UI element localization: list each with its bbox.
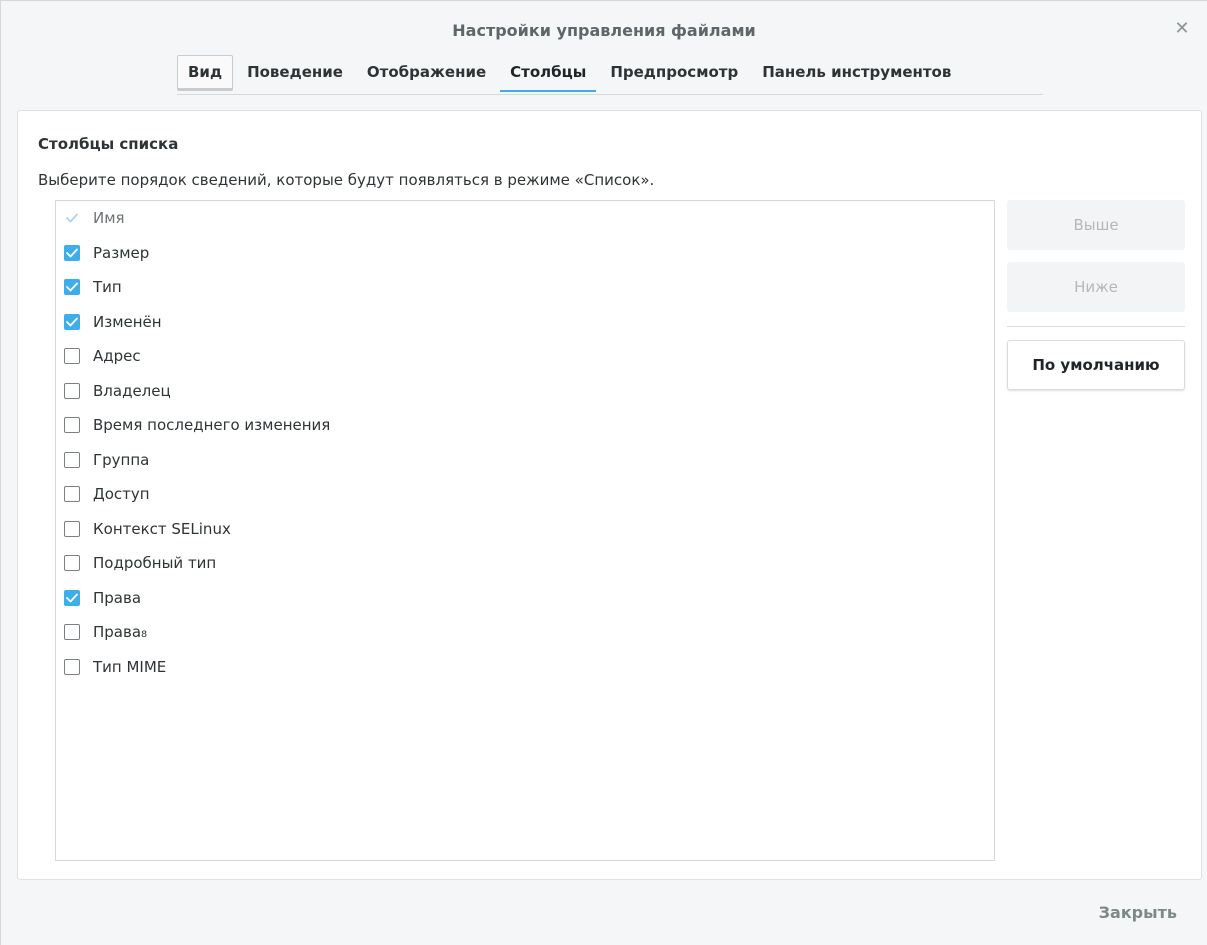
column-label: Изменён bbox=[93, 312, 162, 331]
column-label: Размер bbox=[93, 243, 150, 262]
column-list-item[interactable]: Группа bbox=[64, 447, 149, 473]
column-label: Подробный тип bbox=[93, 554, 217, 572]
checkbox-unchecked[interactable] bbox=[64, 658, 80, 675]
column-list-item[interactable]: Права bbox=[64, 585, 141, 611]
column-list-item[interactable]: Тип MIME bbox=[64, 654, 166, 680]
titlebar: Настройки управления файлами ✕ Вид Повед… bbox=[1, 1, 1207, 101]
reset-default-button[interactable]: По умолчанию bbox=[1007, 340, 1185, 390]
move-down-button[interactable]: Ниже bbox=[1007, 262, 1185, 312]
column-label: Имя bbox=[93, 209, 125, 227]
columns-list: Имя Размер Тип Изменён Адрес Владелец Время по… bbox=[55, 200, 995, 861]
checkbox-unchecked[interactable] bbox=[64, 486, 80, 502]
check-icon bbox=[66, 213, 78, 223]
column-label: Владелец bbox=[93, 381, 171, 400]
column-list-item[interactable]: Тип bbox=[64, 274, 122, 300]
checkbox-unchecked[interactable] bbox=[64, 348, 80, 364]
checkbox-unchecked[interactable] bbox=[64, 451, 80, 468]
column-label: Контекст SELinux bbox=[93, 519, 231, 538]
divider bbox=[1007, 326, 1185, 327]
close-icon[interactable]: ✕ bbox=[1171, 17, 1193, 39]
column-label: Группа bbox=[93, 450, 150, 469]
check-icon bbox=[66, 282, 78, 292]
column-label: Права₈ bbox=[93, 623, 148, 641]
checkbox-checked[interactable] bbox=[64, 279, 80, 295]
tab-view[interactable]: Вид bbox=[177, 55, 234, 91]
checkbox-unchecked[interactable] bbox=[64, 520, 80, 537]
column-label: Тип bbox=[93, 278, 122, 296]
column-label: Тип MIME bbox=[93, 657, 167, 676]
column-list-item[interactable]: Контекст SELinux bbox=[64, 516, 231, 542]
checkbox-unchecked[interactable] bbox=[64, 624, 80, 640]
column-label: Доступ bbox=[93, 485, 150, 503]
checkbox-checked[interactable] bbox=[64, 589, 80, 606]
checkbox-checked bbox=[64, 210, 80, 226]
check-icon bbox=[66, 317, 78, 326]
column-list-item[interactable]: Изменён bbox=[64, 309, 162, 335]
tab-toolbar[interactable]: Панель инструментов bbox=[752, 54, 961, 92]
column-label: Время последнего изменения bbox=[93, 416, 331, 434]
column-list-item[interactable]: Время последнего изменения bbox=[64, 412, 330, 438]
column-list-item[interactable]: Владелец bbox=[64, 378, 171, 404]
tab-columns[interactable]: Столбцы bbox=[500, 54, 597, 92]
tab-bar: Вид Поведение Отображение Столбцы Предпр… bbox=[177, 54, 1043, 95]
tab-display[interactable]: Отображение bbox=[357, 54, 496, 92]
move-up-button[interactable]: Выше bbox=[1007, 200, 1185, 250]
check-icon bbox=[66, 248, 78, 257]
tab-behavior[interactable]: Поведение bbox=[237, 54, 353, 92]
checkbox-checked[interactable] bbox=[64, 313, 80, 330]
close-button[interactable]: Закрыть bbox=[1099, 903, 1177, 922]
section-title: Столбцы списка bbox=[38, 135, 179, 153]
column-list-item[interactable]: Подробный тип bbox=[64, 550, 216, 576]
column-list-item[interactable]: Доступ bbox=[64, 481, 150, 507]
column-list-item[interactable]: Размер bbox=[64, 240, 149, 266]
window-title: Настройки управления файлами bbox=[452, 21, 756, 40]
column-list-item[interactable]: Права₈ bbox=[64, 619, 147, 645]
column-label: Адрес bbox=[93, 347, 141, 365]
columns-panel: Столбцы списка Выберите порядок сведений… bbox=[17, 110, 1202, 880]
preferences-dialog: Настройки управления файлами ✕ Вид Повед… bbox=[0, 0, 1207, 945]
section-description: Выберите порядок сведений, которые будут… bbox=[38, 171, 655, 189]
tab-preview[interactable]: Предпросмотр bbox=[600, 54, 748, 92]
checkbox-unchecked[interactable] bbox=[64, 417, 80, 433]
column-list-item[interactable]: Имя bbox=[64, 205, 125, 231]
column-label: Права bbox=[93, 588, 142, 607]
checkbox-unchecked[interactable] bbox=[64, 382, 80, 399]
checkbox-unchecked[interactable] bbox=[64, 555, 80, 571]
checkbox-checked[interactable] bbox=[64, 244, 80, 261]
check-icon bbox=[66, 593, 78, 602]
column-list-item[interactable]: Адрес bbox=[64, 343, 141, 369]
